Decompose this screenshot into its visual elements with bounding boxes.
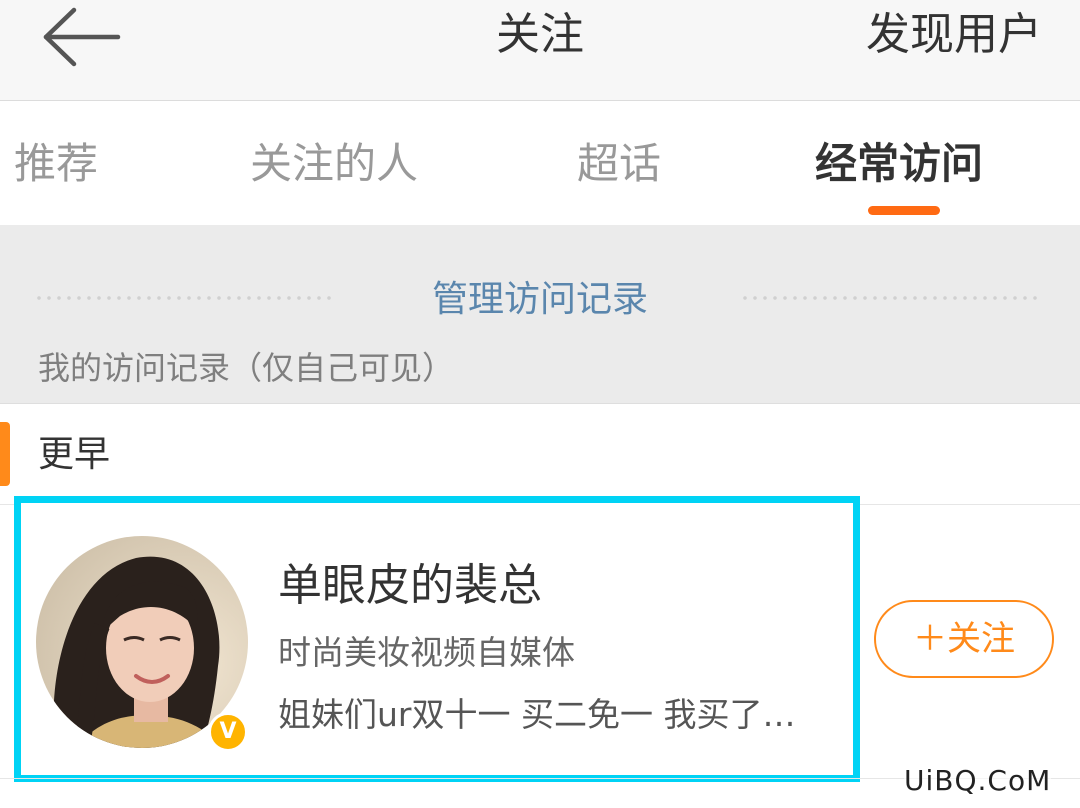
tab-super-topic[interactable]: 超话 [577,136,661,192]
watermark: UiBQ.CoM [904,762,1052,800]
discover-users-button[interactable]: 发现用户 [866,8,1042,62]
user-name[interactable]: 单眼皮的裴总 [278,558,542,614]
follow-button[interactable]: ＋关注 [874,600,1054,678]
verified-badge: V [208,712,248,752]
tab-recommend[interactable]: 推荐 [14,136,98,192]
user-description: 时尚美妆视频自媒体 [278,633,575,672]
section-accent-bar [0,422,10,486]
my-visit-records-label: 我的访问记录（仅自己可见） [38,349,455,387]
tab-frequent-visits[interactable]: 经常访问 [815,136,983,192]
section-title: 更早 [38,434,111,475]
tab-following[interactable]: 关注的人 [250,136,418,192]
user-latest-post: 姐妹们ur双十一 买二免一 我买了… [278,695,796,734]
active-tab-indicator [868,206,940,215]
manage-visit-records-link[interactable]: 管理访问记录 [0,276,1080,324]
